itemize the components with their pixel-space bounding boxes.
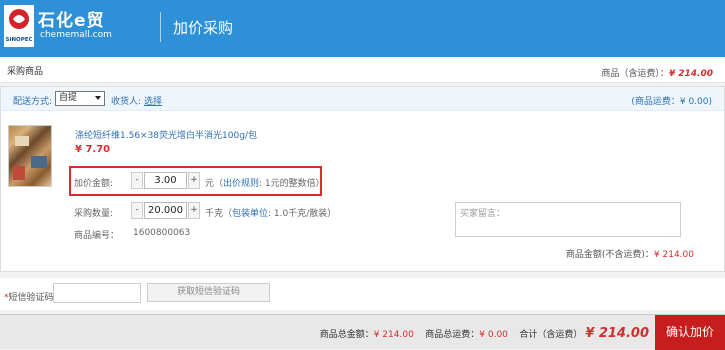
product-panel: 配送方式: 自提 收货人: 选择 (商品运费：¥ 0.00) 涤纶短纤维1.56…	[0, 86, 725, 272]
package-unit-link[interactable]: 包装单位	[232, 209, 268, 219]
markup-plus-button[interactable]: +	[188, 172, 200, 189]
markup-unit: 元（出价规则: 1元的整数倍）	[205, 179, 325, 189]
confirm-markup-button[interactable]: 确认加价	[655, 315, 725, 350]
sms-code-input[interactable]	[53, 283, 141, 303]
markup-minus-button[interactable]: -	[131, 172, 143, 189]
summary-total-value: ¥ 214.00	[668, 69, 713, 79]
quantity-minus-button[interactable]: -	[131, 202, 143, 219]
buyer-message-placeholder: 买家留言：	[460, 209, 506, 219]
page-title: 加价采购	[173, 19, 234, 37]
shipping-method-select[interactable]: 自提	[55, 91, 105, 106]
sinopec-logo-icon: SINOPEC	[4, 5, 34, 47]
product-code-value: 1600800063	[133, 228, 191, 238]
goods-total-label: 商品总金额：	[319, 330, 374, 340]
markup-label: 加价金额:	[74, 179, 114, 189]
quantity-input[interactable]: 20.000	[144, 202, 187, 219]
product-name-link[interactable]: 涤纶短纤维1.56×38荧光增白半消光100g/包	[75, 128, 257, 141]
header-divider	[160, 12, 161, 42]
footer-bar: 商品总金额：¥ 214.00 商品总运费：¥ 0.00 合计（含运费） ¥ 21…	[0, 314, 725, 350]
shipping-method-label: 配送方式:	[13, 97, 53, 107]
shipping-row: 配送方式: 自提 收货人: 选择 (商品运费：¥ 0.00)	[1, 87, 724, 111]
logo-text: 石化e贸	[38, 11, 105, 31]
goods-total-value: ¥ 214.00	[373, 330, 414, 340]
receiver-label: 收货人:	[111, 97, 142, 107]
grand-total-label: 合计（含运费）	[519, 330, 583, 340]
sms-row: *短信验证码： 获取短信验证码	[0, 278, 725, 310]
bid-rule-link[interactable]: 出价规则	[223, 179, 259, 189]
freight-total-label: 商品总运费：	[425, 330, 480, 340]
product-image[interactable]	[8, 125, 52, 187]
logo-domain: chememall.com	[40, 30, 112, 40]
svg-text:SINOPEC: SINOPEC	[5, 37, 32, 43]
shipping-fee: (商品运费：¥ 0.00)	[631, 97, 712, 107]
shipping-method-value: 自提	[59, 93, 78, 103]
product-amount: 商品金额(不含运费)：¥ 214.00	[566, 247, 694, 260]
product-amount-label: 商品金额(不含运费)：	[565, 250, 654, 260]
quantity-unit: 千克（包装单位: 1.0千克/散装）	[205, 209, 337, 219]
quantity-label: 采购数量:	[74, 209, 114, 219]
quantity-plus-button[interactable]: +	[188, 202, 200, 219]
product-amount-value: ¥ 214.00	[653, 250, 694, 260]
receiver-select-link[interactable]: 选择	[144, 94, 162, 107]
product-code-label: 商品编号：	[74, 231, 120, 241]
summary-bar: 采购商品 商品（含运费）：¥ 214.00	[0, 57, 725, 83]
chevron-down-icon	[95, 96, 101, 100]
top-header: SINOPEC 石化e贸 chememall.com 加价采购	[0, 0, 725, 57]
grand-total-value: ¥ 214.00	[585, 326, 649, 341]
product-price: ¥ 7.70	[75, 144, 111, 155]
buyer-message-input[interactable]: 买家留言：	[455, 202, 681, 237]
summary-total: 商品（含运费）：¥ 214.00	[601, 66, 713, 79]
get-sms-code-button[interactable]: 获取短信验证码	[147, 283, 270, 302]
markup-input[interactable]: 3.00	[144, 172, 187, 189]
summary-total-label: 商品（含运费）：	[601, 69, 669, 79]
footer-totals: 商品总金额：¥ 214.00 商品总运费：¥ 0.00 合计（含运费） ¥ 21…	[320, 326, 649, 341]
section-title: 采购商品	[7, 67, 44, 77]
freight-total-value: ¥ 0.00	[479, 330, 508, 340]
